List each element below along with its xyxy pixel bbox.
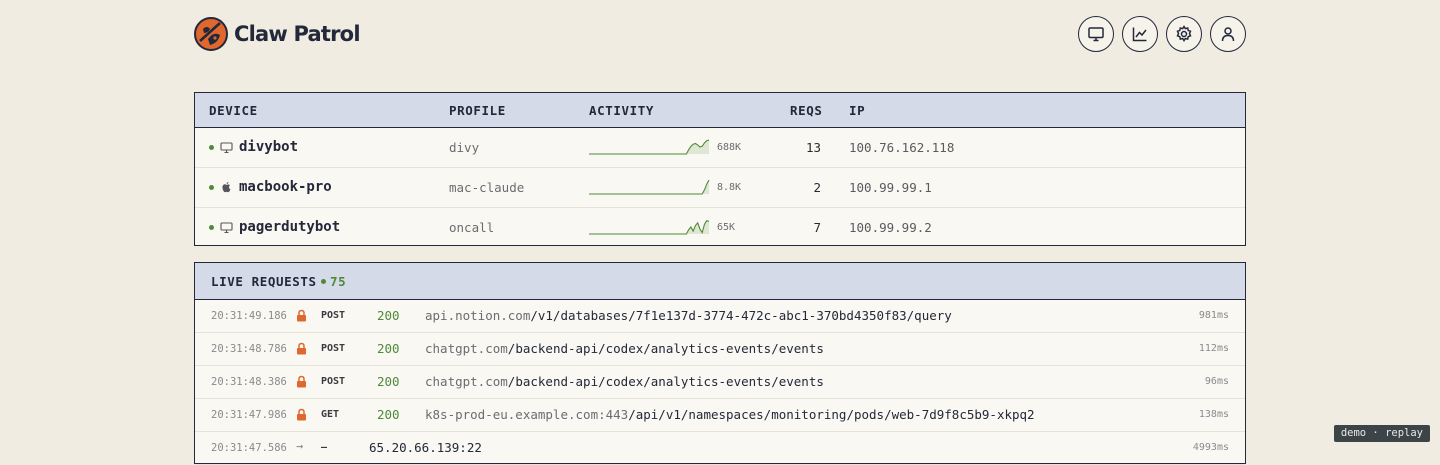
device-reqs: 13 (805, 140, 821, 155)
request-status: 200 (377, 341, 400, 356)
replay-badge: demo · replay (1333, 425, 1430, 442)
col-profile[interactable]: PROFILE (449, 103, 506, 118)
col-device[interactable]: DEVICE (209, 103, 258, 118)
device-reqs: 7 (813, 220, 821, 235)
request-path: /api/v1/namespaces/monitoring/pods/web-7… (628, 407, 1035, 422)
request-url[interactable]: k8s-prod-eu.example.com:443/api/v1/names… (425, 407, 1035, 422)
request-method: POST (321, 343, 346, 354)
request-method: POST (321, 376, 346, 387)
lock-icon (297, 408, 306, 421)
activity-sparkline (589, 220, 710, 235)
toolbar (1078, 16, 1246, 52)
lock-icon (297, 375, 306, 388)
analytics-button[interactable] (1122, 16, 1158, 52)
lock-icon (297, 309, 306, 322)
request-method: GET (321, 409, 340, 420)
devices-table-header: DEVICE PROFILE ACTIVITY REQS IP (195, 93, 1245, 128)
request-time: 20:31:48.786 (211, 343, 287, 355)
request-time: 20:31:47.986 (211, 409, 287, 421)
request-duration: 112ms (1198, 343, 1229, 354)
activity-count: 8.8K (717, 182, 742, 193)
device-name[interactable]: macbook-pro (239, 179, 332, 195)
online-status-dot (209, 185, 214, 190)
col-reqs[interactable]: REQS (790, 103, 823, 118)
request-time: 20:31:48.386 (211, 376, 287, 388)
device-ip: 100.99.99.1 (849, 180, 932, 195)
request-host: chatgpt.com (425, 341, 508, 356)
request-duration: 138ms (1198, 409, 1229, 420)
monitor-icon (220, 222, 233, 234)
chart-icon (1132, 27, 1147, 42)
activity-count: 65K (717, 222, 736, 233)
request-duration: 981ms (1198, 310, 1229, 321)
request-row[interactable]: 20:31:48.786 POST 200 chatgpt.com/backen… (195, 333, 1245, 366)
claw-patrol-logo-icon (194, 17, 228, 51)
request-host: 65.20.66.139:22 (369, 440, 482, 455)
request-method: POST (321, 310, 346, 321)
request-row[interactable]: 20:31:47.586 → — 65.20.66.139:22 4993ms (195, 432, 1245, 465)
live-indicator-dot (321, 279, 326, 284)
sparkline-area (589, 180, 709, 194)
request-path: /v1/databases/7f1e137d-3774-472c-abc1-37… (530, 308, 952, 323)
device-name[interactable]: divybot (239, 139, 298, 155)
request-row[interactable]: 20:31:47.986 GET 200 k8s-prod-eu.example… (195, 399, 1245, 432)
request-host: api.notion.com (425, 308, 531, 323)
request-status: 200 (377, 374, 400, 389)
activity-sparkline (589, 179, 710, 195)
device-profile: divy (449, 140, 480, 155)
activity-sparkline (589, 139, 710, 155)
request-host: chatgpt.com (425, 374, 508, 389)
request-duration: 4993ms (1192, 442, 1229, 453)
logo[interactable]: Claw Patrol (194, 17, 361, 51)
device-profile: mac-claude (449, 180, 525, 195)
online-status-dot (209, 225, 214, 230)
devices-table: DEVICE PROFILE ACTIVITY REQS IP divybot … (194, 92, 1246, 246)
request-url[interactable]: chatgpt.com/backend-api/codex/analytics-… (425, 341, 824, 356)
activity-count: 688K (717, 142, 742, 153)
app-header: Claw Patrol (194, 16, 1246, 52)
apple-icon (222, 182, 231, 193)
monitor-icon (1088, 27, 1104, 42)
device-row[interactable]: pagerdutybot oncall 65K 7 100.99.99.2 (195, 208, 1245, 247)
monitor-icon (220, 142, 233, 154)
lock-icon (297, 342, 306, 355)
live-requests-header: LIVE REQUESTS 75 (195, 263, 1245, 300)
user-icon (1221, 27, 1235, 42)
col-ip[interactable]: IP (849, 103, 865, 118)
request-path: /backend-api/codex/analytics-events/even… (507, 374, 824, 389)
request-status: 200 (377, 308, 400, 323)
device-name[interactable]: pagerdutybot (239, 219, 340, 235)
live-requests-panel: LIVE REQUESTS 75 20:31:49.186 POST 200 a… (194, 262, 1246, 465)
request-time: 20:31:47.586 (211, 442, 287, 454)
gear-icon (1176, 25, 1192, 43)
request-row[interactable]: 20:31:49.186 POST 200 api.notion.com/v1/… (195, 300, 1245, 333)
request-url[interactable]: api.notion.com/v1/databases/7f1e137d-377… (425, 308, 952, 323)
request-row[interactable]: 20:31:48.386 POST 200 chatgpt.com/backen… (195, 366, 1245, 399)
device-row[interactable]: macbook-pro mac-claude 8.8K 2 100.99.99.… (195, 168, 1245, 208)
live-requests-title: LIVE REQUESTS (211, 274, 317, 289)
devices-button[interactable] (1078, 16, 1114, 52)
request-time: 20:31:49.186 (211, 310, 287, 322)
request-url[interactable]: chatgpt.com/backend-api/codex/analytics-… (425, 374, 824, 389)
request-url[interactable]: 65.20.66.139:22 (369, 440, 482, 455)
account-button[interactable] (1210, 16, 1246, 52)
live-requests-count: 75 (330, 274, 347, 289)
device-ip: 100.76.162.118 (849, 140, 955, 155)
request-duration: 96ms (1204, 376, 1229, 387)
settings-button[interactable] (1166, 16, 1202, 52)
request-host: k8s-prod-eu.example.com:443 (425, 407, 629, 422)
device-profile: oncall (449, 220, 495, 235)
col-activity[interactable]: ACTIVITY (589, 103, 654, 118)
request-path: /backend-api/codex/analytics-events/even… (507, 341, 824, 356)
app-title: Claw Patrol (234, 22, 361, 46)
request-status: 200 (377, 407, 400, 422)
online-status-dot (209, 145, 214, 150)
arrow-right-icon: → (296, 439, 304, 453)
device-row[interactable]: divybot divy 688K 13 100.76.162.118 (195, 128, 1245, 168)
device-reqs: 2 (813, 180, 821, 195)
request-method: — (321, 442, 328, 453)
sparkline-line (589, 179, 710, 195)
device-ip: 100.99.99.2 (849, 220, 932, 235)
